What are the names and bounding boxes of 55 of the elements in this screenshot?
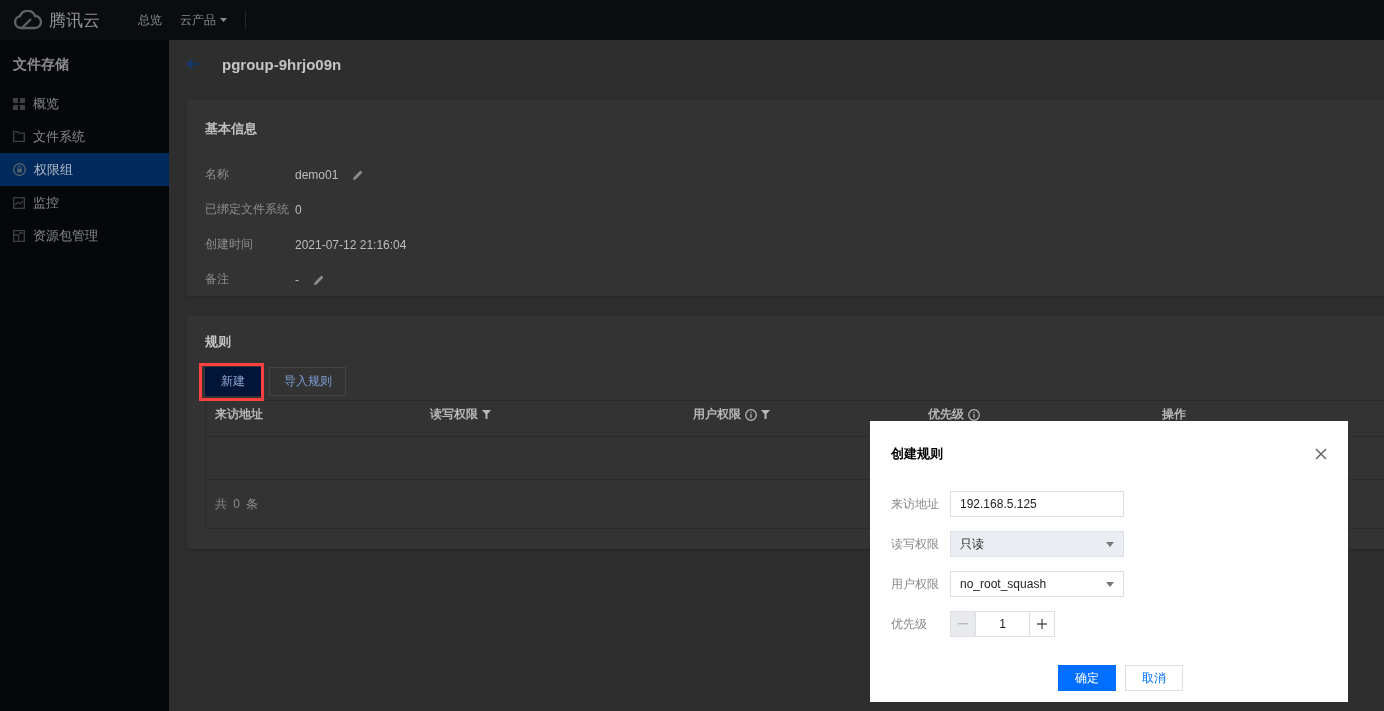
nav-dropdown[interactable]: 云产品	[180, 11, 227, 29]
page-title: pgroup-9hrjo09n	[222, 55, 342, 73]
sidebar-title: 文件存储	[12, 55, 70, 74]
column-header: 来访地址	[215, 406, 263, 423]
field-value: -	[295, 272, 299, 287]
close-icon[interactable]	[1315, 448, 1327, 460]
grid-icon	[13, 97, 25, 110]
import-button[interactable]: 导入规则	[269, 367, 346, 396]
caret-icon	[1106, 581, 1114, 587]
filter-icon[interactable]	[760, 410, 770, 419]
edit-pencil-icon[interactable]	[352, 168, 365, 181]
minus-icon	[958, 623, 968, 625]
field-label: 优先级	[891, 615, 928, 633]
sidebar-item[interactable]: 监控	[0, 186, 169, 219]
nav-link[interactable]: 总览	[138, 11, 162, 29]
select-field[interactable]: no_root_squash	[950, 571, 1124, 597]
column-header: 用户权限	[692, 406, 741, 423]
column-header: 操作	[1161, 406, 1186, 423]
card-title: 规则	[205, 333, 232, 351]
sidebar-item[interactable]: 文件系统	[0, 120, 169, 153]
field-label: 名称	[205, 166, 230, 183]
field-value: demo01	[295, 167, 339, 182]
field-label: 备注	[205, 271, 230, 288]
chart-icon	[13, 196, 25, 209]
total-count: 共 0 条	[215, 496, 259, 511]
create-button[interactable]: 新建	[205, 367, 261, 396]
confirm-button[interactable]: 确定	[1058, 665, 1116, 691]
sidebar-item[interactable]: 概览	[0, 87, 169, 120]
column-header: 优先级	[927, 406, 964, 423]
info-icon[interactable]	[744, 408, 757, 421]
cancel-button[interactable]: 取消	[1125, 665, 1183, 691]
edit-pencil-icon[interactable]	[313, 273, 325, 286]
dialog-title: 创建规则	[891, 445, 943, 463]
sidebar-item[interactable]: 权限组	[0, 153, 169, 186]
field-value: 0	[295, 202, 302, 217]
field-label: 读写权限	[891, 535, 940, 553]
package-icon	[13, 229, 25, 242]
brand-name[interactable]: 腾讯云	[49, 8, 100, 32]
field-label: 创建时间	[205, 236, 254, 253]
caret-icon	[1106, 541, 1114, 547]
lock-icon	[13, 163, 26, 176]
card-title: 基本信息	[205, 120, 258, 138]
sidebar-item[interactable]: 资源包管理	[0, 219, 169, 252]
folder-icon	[13, 131, 25, 142]
cloud-logo-icon	[13, 10, 43, 30]
field-value: 2021-07-12 21:16:04	[295, 237, 407, 252]
plus-icon	[1037, 619, 1047, 629]
field-label: 已绑定文件系统	[205, 201, 290, 218]
field-label: 用户权限	[891, 575, 940, 593]
increment-button[interactable]	[1029, 611, 1055, 637]
input-field[interactable]: 192.168.5.125	[950, 491, 1124, 517]
info-icon[interactable]	[967, 408, 980, 421]
column-header: 读写权限	[429, 406, 478, 423]
field-label: 来访地址	[891, 495, 940, 513]
filter-icon[interactable]	[481, 410, 491, 419]
